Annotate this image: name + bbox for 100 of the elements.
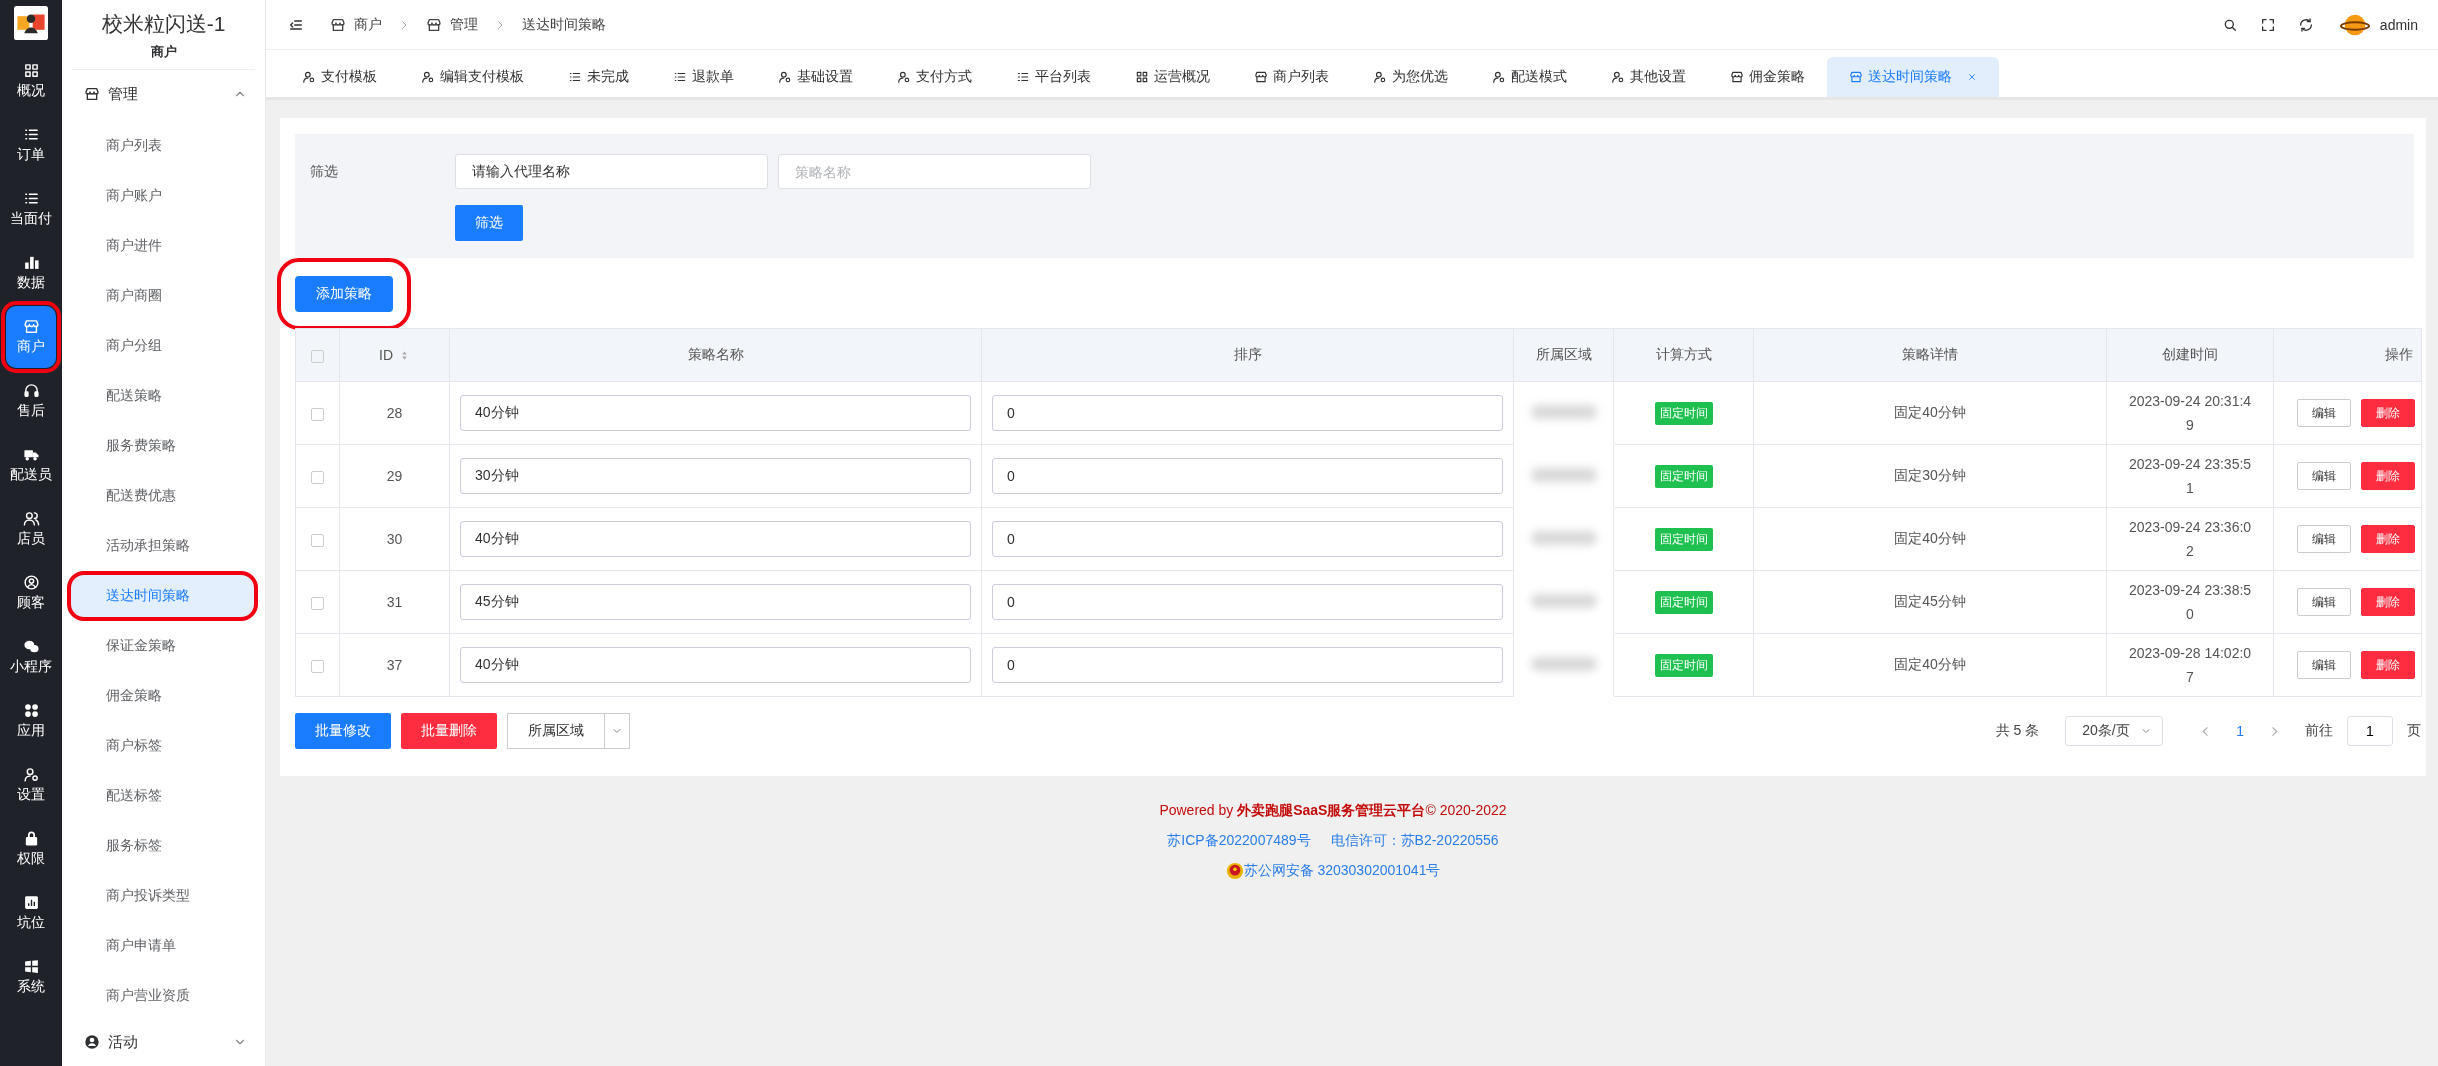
page-number[interactable]: 1 [2236, 723, 2244, 739]
delete-button[interactable]: 删除 [2361, 588, 2415, 616]
name-input[interactable]: 40分钟 [460, 521, 971, 557]
sort-input[interactable]: 0 [992, 395, 1503, 431]
rail-menu-item[interactable]: 应用 [6, 690, 56, 752]
sort-input[interactable]: 0 [992, 458, 1503, 494]
close-icon[interactable] [1967, 72, 1977, 82]
id-text: 37 [386, 657, 403, 673]
police-record-link[interactable]: 苏公网安备 32030302001041号 [1243, 862, 1441, 880]
delete-button[interactable]: 删除 [2361, 462, 2415, 490]
breadcrumb-item[interactable]: 管理 [450, 15, 478, 34]
edit-button[interactable]: 编辑 [2297, 399, 2351, 427]
edit-button[interactable]: 编辑 [2297, 525, 2351, 553]
page-tab[interactable]: 支付方式 [875, 57, 994, 97]
rail-menu-item[interactable]: 系统 [6, 946, 56, 1008]
filter-button[interactable]: 筛选 [455, 205, 523, 241]
page-tab[interactable]: 平台列表 [994, 57, 1113, 97]
submenu-item[interactable]: 商户账户 [70, 174, 255, 218]
add-button[interactable]: 添加策略 [295, 276, 393, 312]
submenu-item[interactable]: 商户投诉类型 [70, 874, 255, 918]
fullscreen-icon[interactable] [2259, 16, 2276, 33]
page-size-select[interactable]: 20条/页 [2065, 716, 2164, 746]
refresh-icon[interactable] [2297, 16, 2314, 33]
name-input[interactable]: 40分钟 [460, 647, 971, 683]
rail-menu-item[interactable]: 小程序 [6, 626, 56, 688]
delete-button[interactable]: 删除 [2361, 525, 2415, 553]
rail-menu-item[interactable]: 配送员 [6, 434, 56, 496]
license-link[interactable]: 电信许可：苏B2-20220556 [1330, 832, 1499, 850]
page-tab[interactable]: 商户列表 [1232, 57, 1351, 97]
page-tab[interactable]: 退款单 [651, 57, 756, 97]
method-tag: 固定时间 [1654, 590, 1713, 614]
page-tab[interactable]: 为您优选 [1351, 57, 1470, 97]
chart-icon [22, 894, 40, 911]
page-tab[interactable]: 支付模板 [280, 57, 399, 97]
checkbox[interactable] [311, 659, 324, 673]
created-time: 2023-09-28 14:02:07 [2127, 644, 2253, 687]
page-tab[interactable]: 未完成 [546, 57, 651, 97]
name-input[interactable]: 40分钟 [460, 395, 971, 431]
submenu-item[interactable]: 保证金策略 [70, 624, 255, 668]
page-tab[interactable]: 其他设置 [1589, 57, 1708, 97]
rail-menu-item[interactable]: 权限 [6, 818, 56, 880]
page-tab[interactable]: 基础设置 [756, 57, 875, 97]
submenu-item[interactable]: 活动承担策略 [70, 524, 255, 568]
column-header: 创建时间 [2162, 346, 2218, 364]
user-name[interactable]: admin [2379, 16, 2418, 33]
checkbox[interactable] [311, 349, 324, 363]
sort-input[interactable]: 0 [992, 521, 1503, 557]
page-input[interactable]: 1 [2347, 716, 2393, 746]
edit-button[interactable]: 编辑 [2297, 588, 2351, 616]
rail-menu-item[interactable]: 数据 [6, 242, 56, 304]
submenu-item[interactable]: 配送策略 [70, 374, 255, 418]
submenu-item[interactable]: 商户申请单 [70, 924, 255, 968]
input-field[interactable]: 策略名称 [778, 154, 1091, 189]
delete-button[interactable]: 删除 [2361, 399, 2415, 427]
menu-group[interactable]: 活动 [62, 1018, 265, 1066]
detail-text: 固定30分钟 [1894, 467, 1966, 483]
submenu-item[interactable]: 商户标签 [70, 724, 255, 768]
sort-input[interactable]: 0 [992, 647, 1503, 683]
page-tab[interactable]: 运营概况 [1113, 57, 1232, 97]
submenu-item[interactable]: 配送标签 [70, 774, 255, 818]
checkbox[interactable] [311, 470, 324, 484]
store-icon [330, 16, 346, 33]
page-tab[interactable]: 配送模式 [1470, 57, 1589, 97]
submenu-item[interactable]: 服务标签 [70, 824, 255, 868]
submenu-item[interactable]: 商户商圈 [70, 274, 255, 318]
rail-menu-item[interactable]: 店员 [6, 498, 56, 560]
submenu-item[interactable]: 佣金策略 [70, 674, 255, 718]
edit-button[interactable]: 编辑 [2297, 462, 2351, 490]
submenu-item[interactable]: 商户营业资质 [70, 974, 255, 1018]
menu-group[interactable]: 管理 [62, 70, 265, 118]
sort-input[interactable]: 0 [992, 584, 1503, 620]
rail-menu-item[interactable]: 订单 [6, 114, 56, 176]
icp-link[interactable]: 苏ICP备2022007489号 [1167, 832, 1311, 850]
rail-menu-item[interactable]: 当面付 [6, 178, 56, 240]
breadcrumb-item[interactable]: 商户 [354, 15, 382, 34]
rail-menu-item[interactable]: 顾客 [6, 562, 56, 624]
page-tab[interactable]: 佣金策略 [1708, 57, 1827, 97]
name-input[interactable]: 45分钟 [460, 584, 971, 620]
rail-menu-item[interactable]: 坑位 [6, 882, 56, 944]
submenu-item[interactable]: 商户分组 [70, 324, 255, 368]
input-field[interactable]: 请输入代理名称 [455, 154, 768, 189]
checkbox[interactable] [311, 407, 324, 421]
bulk-delete-button[interactable]: 批量删除 [401, 713, 497, 749]
submenu-item[interactable]: 商户进件 [70, 224, 255, 268]
region-dropdown[interactable]: 所属区域 [507, 713, 630, 749]
submenu-item[interactable]: 服务费策略 [70, 424, 255, 468]
page-tab[interactable]: 编辑支付模板 [399, 57, 546, 97]
checkbox[interactable] [311, 533, 324, 547]
bulk-edit-button[interactable]: 批量修改 [295, 713, 391, 749]
submenu-item[interactable]: 配送费优惠 [70, 474, 255, 518]
rail-menu-item[interactable]: 设置 [6, 754, 56, 816]
delete-button[interactable]: 删除 [2361, 651, 2415, 679]
edit-button[interactable]: 编辑 [2297, 651, 2351, 679]
checkbox[interactable] [311, 596, 324, 610]
rail-menu-item[interactable]: 售后 [6, 370, 56, 432]
rail-menu-item[interactable]: 概况 [6, 50, 56, 112]
submenu-item[interactable]: 送达时间策略 [70, 574, 255, 618]
name-input[interactable]: 30分钟 [460, 458, 971, 494]
sort-icon[interactable] [399, 349, 410, 361]
submenu-item[interactable]: 商户列表 [70, 124, 255, 168]
